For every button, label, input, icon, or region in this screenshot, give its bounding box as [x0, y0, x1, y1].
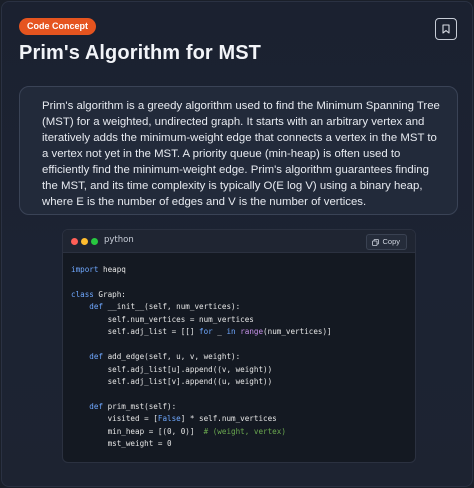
code-line: def __init__(self, num_vertices):: [71, 302, 240, 311]
code-line: self.num_vertices = num_vertices: [71, 314, 254, 324]
code-token-builtin: range: [240, 327, 264, 337]
code-line: def prim_mst(self):: [71, 402, 176, 411]
code-token: min_heap = [(0, 0)]: [71, 426, 204, 436]
copy-icon: [372, 238, 380, 246]
code-content: import heapq class Graph: def __init__(s…: [63, 253, 415, 451]
code-token-keyword: def: [89, 302, 104, 312]
code-token: __init__(self, num_vertices):: [103, 302, 241, 312]
description-text: Prim's algorithm is a greedy algorithm u…: [42, 100, 440, 208]
code-token: visited = [: [71, 414, 158, 424]
code-token: Graph:: [93, 289, 126, 299]
code-line: mst_weight = 0: [71, 439, 172, 449]
concept-card: Code Concept Prim's Algorithm for MST Pr…: [1, 1, 473, 487]
code-token: prim_mst(self):: [103, 401, 177, 411]
code-token-keyword: def: [89, 352, 104, 362]
code-token-keyword: False: [157, 414, 181, 424]
copy-button-label: Copy: [382, 237, 400, 246]
code-token: self.adj_list = [[]: [71, 327, 200, 337]
window-minimize-dot: [81, 238, 88, 245]
code-token-comment: # (weight, vertex): [203, 426, 286, 436]
code-token-keyword: in: [226, 327, 236, 337]
code-token-keyword: class: [71, 289, 94, 299]
code-line: self.adj_list = [[] for _ in range(num_v…: [71, 327, 332, 336]
code-token: _: [212, 327, 227, 337]
code-line: self.adj_list[u].append((v, weight)): [71, 364, 273, 374]
code-line: min_heap = [(0, 0)] # (weight, vertex): [71, 427, 286, 436]
bookmark-icon: [442, 24, 450, 34]
bookmark-button[interactable]: [435, 18, 457, 40]
code-block: python Copy import heapq class Graph: de…: [62, 229, 416, 463]
code-token: ] * self.num_vertices: [180, 414, 277, 424]
code-language-label: python: [104, 235, 134, 245]
code-token: add_edge(self, u, v, weight):: [103, 352, 241, 362]
code-token-keyword: import: [71, 265, 99, 274]
code-line: visited = [False] * self.num_vertices: [71, 414, 277, 423]
code-token: (num_vertices)]: [263, 327, 332, 337]
code-line: def add_edge(self, u, v, weight):: [71, 352, 240, 361]
code-token: heapq: [98, 265, 126, 274]
category-badge: Code Concept: [19, 18, 97, 35]
code-line: import heapq: [71, 265, 126, 274]
code-token-keyword: def: [89, 401, 104, 411]
window-maximize-dot: [91, 238, 98, 245]
window-close-dot: [71, 238, 78, 245]
copy-button[interactable]: Copy: [366, 234, 407, 250]
description-box: Prim's algorithm is a greedy algorithm u…: [19, 86, 458, 215]
code-header: python Copy: [63, 230, 415, 253]
page-title: Prim's Algorithm for MST: [19, 42, 261, 64]
code-line: self.adj_list[v].append((u, weight)): [71, 377, 273, 387]
code-line: class Graph:: [71, 290, 126, 299]
code-token-keyword: for: [199, 327, 213, 337]
